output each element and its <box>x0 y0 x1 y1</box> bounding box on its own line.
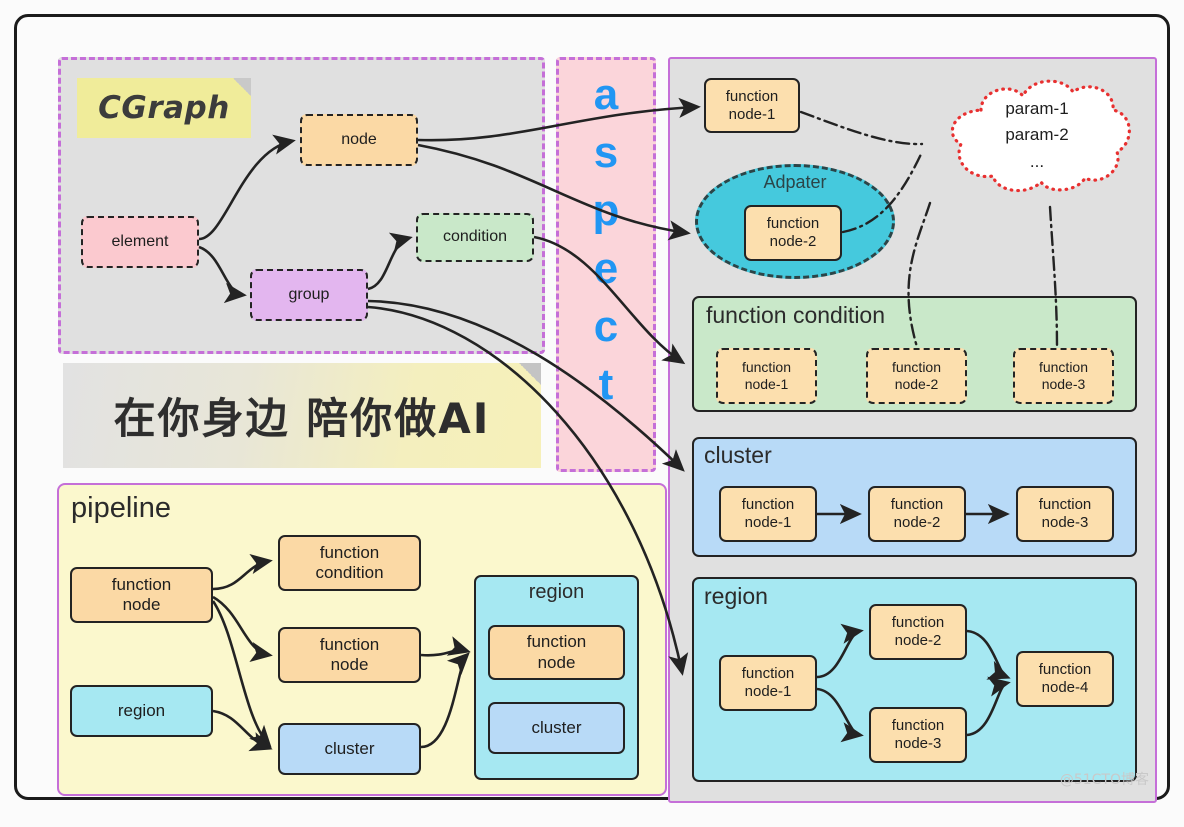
aspect-letter-t: t <box>598 360 614 409</box>
pipeline-region-cluster[interactable]: cluster <box>488 702 625 754</box>
cloud-ellipsis: ... <box>1029 151 1045 171</box>
cgraph-note-label: CGraph <box>98 90 230 126</box>
node-group[interactable]: group <box>250 269 368 321</box>
pipeline-cluster-mid[interactable]: cluster <box>278 723 421 775</box>
pipeline-region-box-title: region <box>528 581 585 603</box>
pipeline-region-function-node[interactable]: function node <box>488 625 625 680</box>
cloud-param-1: param-1 <box>1005 99 1069 118</box>
pl-fn-left-line1: function <box>111 574 172 594</box>
node-group-label: group <box>288 285 330 303</box>
pipeline-region-left[interactable]: region <box>70 685 213 737</box>
node-condition-label: condition <box>442 228 508 246</box>
fc-node-2-line1: function <box>891 359 942 376</box>
pl-region-left-label: region <box>117 700 166 720</box>
cluster-node-2[interactable]: function node-2 <box>868 486 966 542</box>
adpater-node-line1: function <box>766 215 820 233</box>
region-node-4-line1: function <box>1038 661 1092 679</box>
cluster-node-3[interactable]: function node-3 <box>1016 486 1114 542</box>
pl-fn-mid-line1: function <box>319 634 380 654</box>
pl-rb-cluster-label: cluster <box>531 717 582 737</box>
aspect-letter-a: a <box>593 70 619 119</box>
node-element-label: element <box>111 232 169 250</box>
aspect-letter-s: s <box>593 128 619 177</box>
param-cloud: param-1 param-2 ... <box>937 74 1137 199</box>
fc-node-1-line2: node-1 <box>744 376 789 392</box>
aspect-letter-c: c <box>593 302 619 351</box>
node-condition[interactable]: condition <box>416 213 534 262</box>
fc-node-2-line2: node-2 <box>894 376 939 392</box>
right-function-node-1[interactable]: function node-1 <box>704 78 800 133</box>
function-condition-title: function condition <box>706 302 886 328</box>
pl-rb-fn-line2: node <box>537 652 576 672</box>
region-node-1-line2: node-1 <box>744 683 792 700</box>
cgraph-sticky-note: CGraph <box>77 78 251 138</box>
right-function-node-1-line2: node-1 <box>728 105 776 123</box>
fc-node-3[interactable]: function node-3 <box>1013 348 1114 404</box>
banner-fold-corner-icon <box>519 363 541 385</box>
pipeline-function-condition[interactable]: function condition <box>278 535 421 591</box>
pl-cluster-mid-label: cluster <box>324 738 375 758</box>
cloud-param-2: param-2 <box>1005 125 1069 145</box>
region-node-1[interactable]: function node-1 <box>719 655 817 711</box>
note-fold-corner-icon <box>233 78 251 96</box>
diagram-canvas: CGraph element node group condition 在你身边… <box>0 0 1184 827</box>
cluster-node-3-line2: node-3 <box>1041 514 1089 531</box>
fc-node-3-line2: node-3 <box>1041 376 1086 392</box>
cluster-title: cluster <box>704 442 772 468</box>
fc-node-3-line1: function <box>1038 359 1089 376</box>
fc-node-2[interactable]: function node-2 <box>866 348 967 404</box>
node-node-label: node <box>341 130 377 148</box>
node-element[interactable]: element <box>81 216 199 268</box>
fc-node-1-line1: function <box>741 359 792 376</box>
adpater-label: Adpater <box>763 172 827 192</box>
region-node-3[interactable]: function node-3 <box>869 707 967 763</box>
fc-node-1[interactable]: function node-1 <box>716 348 817 404</box>
pl-fc-line1: function <box>319 542 380 562</box>
slogan-text: 在你身边 陪你做AI <box>113 394 491 443</box>
slogan-banner: 在你身边 陪你做AI <box>63 363 541 468</box>
region-node-4-line2: node-4 <box>1041 679 1089 696</box>
pipeline-function-node-mid[interactable]: function node <box>278 627 421 683</box>
region-node-3-line2: node-3 <box>894 735 942 752</box>
cluster-node-1[interactable]: function node-1 <box>719 486 817 542</box>
aspect-letter-e: e <box>593 244 619 293</box>
region-node-1-line1: function <box>741 665 795 683</box>
cluster-node-2-line2: node-2 <box>893 514 941 531</box>
pl-fn-left-line2: node <box>122 595 161 614</box>
diagram-frame: CGraph element node group condition 在你身边… <box>14 14 1170 803</box>
region-node-2-line1: function <box>891 614 945 632</box>
cluster-node-2-line1: function <box>890 496 944 514</box>
pipeline-function-node-left[interactable]: function node <box>70 567 213 623</box>
pl-fn-mid-line2: node <box>330 655 369 674</box>
region-title: region <box>704 583 768 609</box>
right-function-node-1-line1: function <box>725 87 779 105</box>
region-node-2[interactable]: function node-2 <box>869 604 967 660</box>
pl-rb-fn-line1: function <box>526 632 587 652</box>
pl-fc-line2: condition <box>315 563 384 582</box>
adpater-node-line2: node-2 <box>769 233 817 250</box>
node-node[interactable]: node <box>300 114 418 166</box>
aspect-letter-p: p <box>592 186 620 235</box>
region-node-4[interactable]: function node-4 <box>1016 651 1114 707</box>
cluster-node-1-line1: function <box>741 496 795 514</box>
watermark: @51CTO博客 <box>1059 772 1149 788</box>
aspect-panel: a s p e c t <box>556 57 656 472</box>
pipeline-title: pipeline <box>71 492 171 524</box>
adpater-function-node-2[interactable]: function node-2 <box>744 205 842 261</box>
cluster-node-3-line1: function <box>1038 496 1092 514</box>
region-node-2-line2: node-2 <box>894 632 942 649</box>
region-node-3-line1: function <box>891 717 945 735</box>
cluster-node-1-line2: node-1 <box>744 514 792 531</box>
